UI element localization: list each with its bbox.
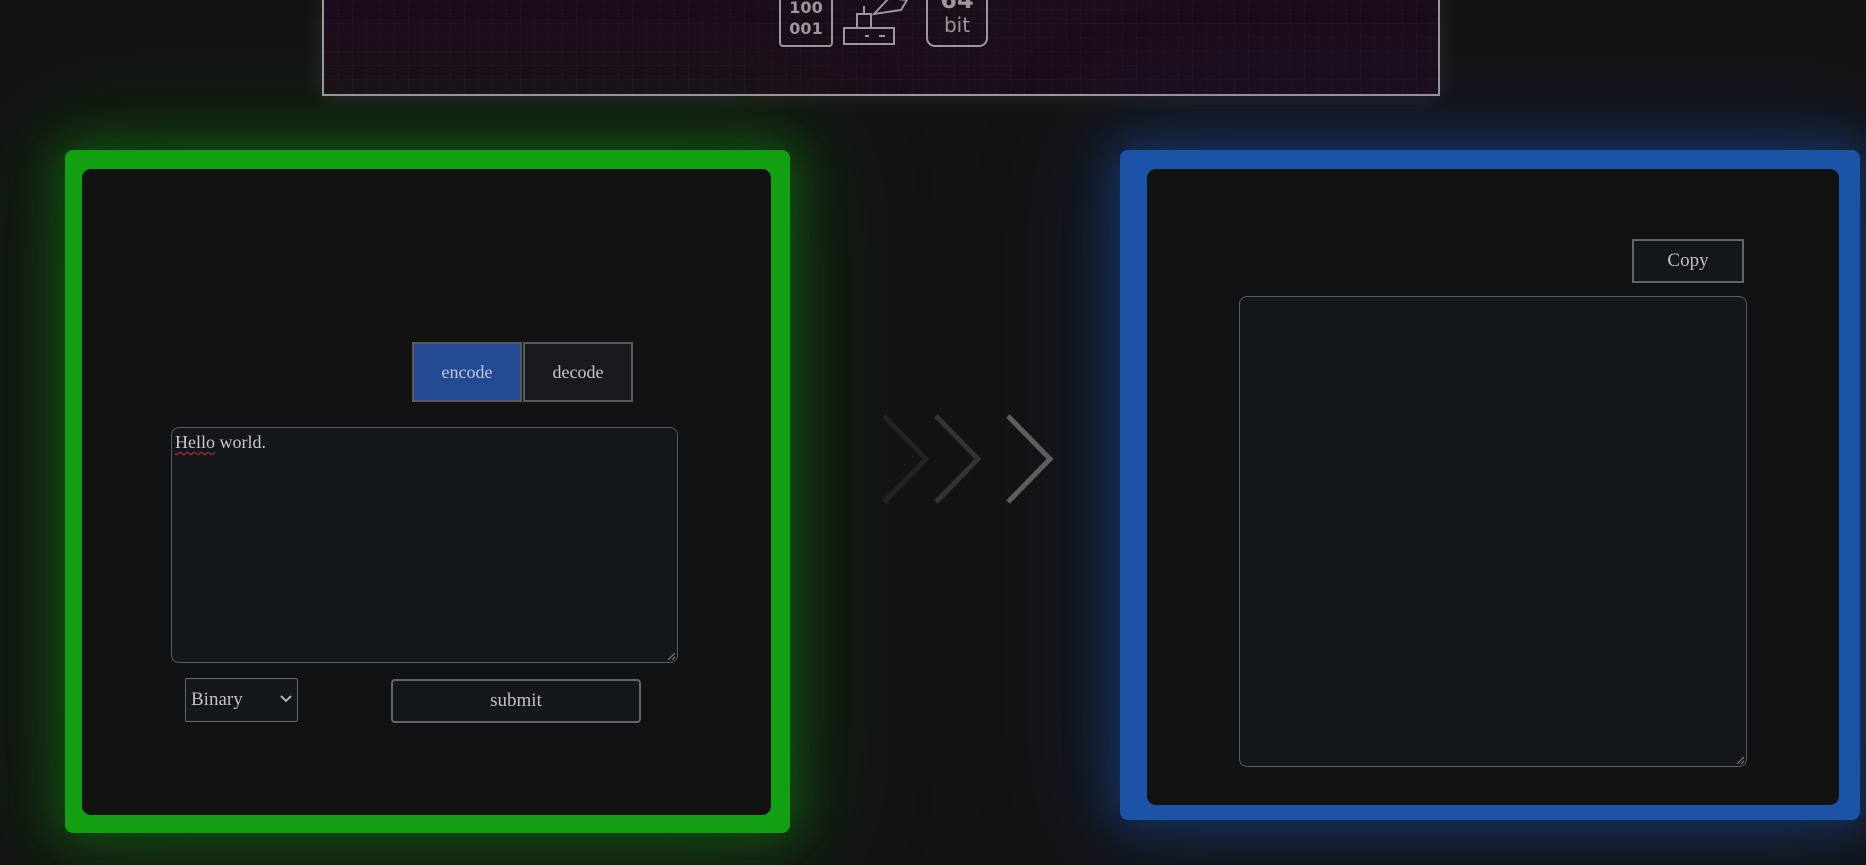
input-text-misspelled-word: Hello — [175, 432, 215, 452]
page: 100 001 64 bit encode decode Hello world… — [0, 0, 1866, 865]
64-bit-icon-text-bottom: bit — [944, 13, 970, 37]
input-textarea[interactable]: Hello world. — [171, 427, 678, 663]
resize-grip-icon[interactable] — [667, 652, 675, 660]
copy-button[interactable]: Copy — [1632, 239, 1744, 283]
output-textarea[interactable] — [1239, 296, 1747, 767]
direction-arrows-icon — [882, 414, 1054, 504]
binary-icon-text-top: 100 — [789, 0, 822, 17]
decode-mode-button[interactable]: decode — [523, 342, 633, 402]
conversion-machine-icon — [843, 0, 909, 45]
submit-button[interactable]: submit — [391, 679, 641, 723]
64-bit-icon-text-top: 64 — [940, 0, 973, 14]
banner-icons: 100 001 64 bit — [779, 0, 988, 47]
binary-icon-text-bottom: 001 — [789, 19, 822, 38]
header-banner: 100 001 64 bit — [322, 0, 1440, 96]
format-select-value: Binary — [191, 689, 243, 710]
chevron-down-icon — [280, 695, 292, 703]
encode-mode-button[interactable]: encode — [412, 342, 522, 402]
input-text-rest: world. — [215, 432, 267, 452]
resize-grip-icon[interactable] — [1736, 756, 1744, 764]
format-select[interactable]: Binary — [185, 678, 298, 722]
